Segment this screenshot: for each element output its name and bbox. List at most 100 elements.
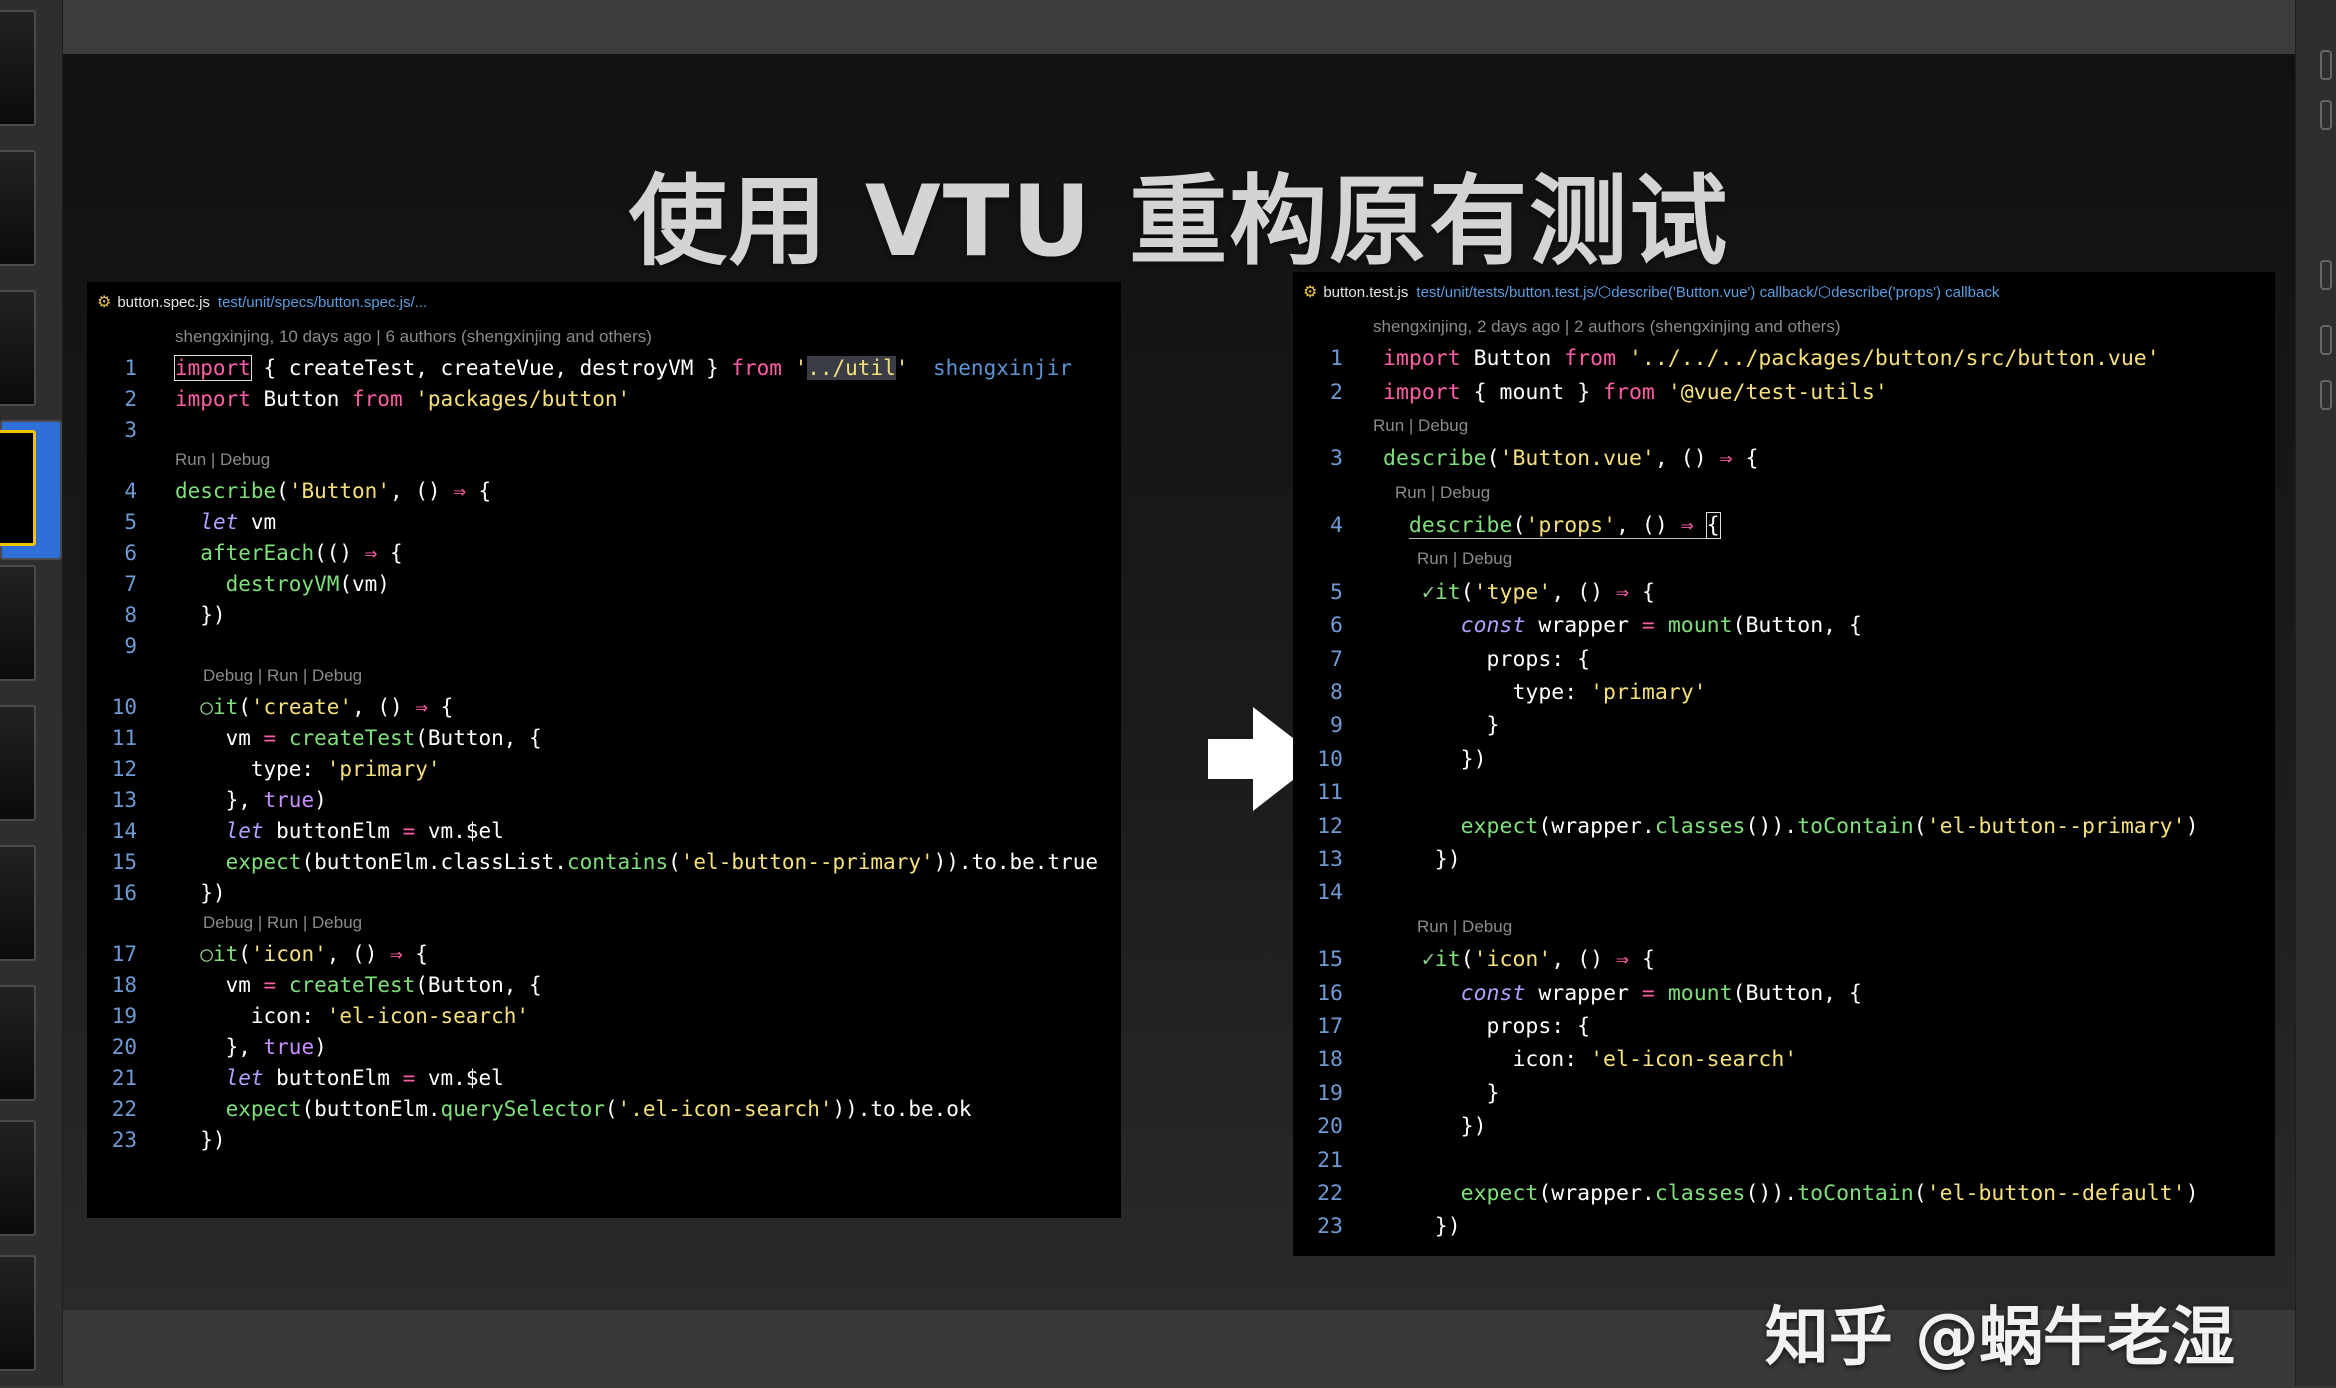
code-token: 'props' (1525, 513, 1617, 540)
line-number: 11 (1317, 780, 1343, 806)
slide-thumbnail[interactable] (0, 150, 36, 266)
code-line[interactable]: 15 ✓it('icon', () ⇒ { (1293, 943, 2275, 976)
code-token: 'packages/button' (402, 386, 631, 411)
code-line[interactable]: 16 const wrapper = mount(Button, { (1293, 976, 2275, 1009)
code-line[interactable]: 19 icon: 'el-icon-search' (87, 1000, 1121, 1031)
code-line[interactable]: 7 destroyVM(vm) (87, 568, 1121, 599)
rail-control[interactable] (2320, 380, 2332, 410)
code-line[interactable]: 19 } (1293, 1077, 2275, 1110)
codelens-run-debug[interactable]: Run | Debug (87, 445, 1121, 475)
code-line[interactable]: 11 (1293, 776, 2275, 809)
codelens-run-debug[interactable]: Run | Debug (1293, 910, 2275, 943)
code-line[interactable]: 2 import { mount } from '@vue/test-utils' (1293, 375, 2275, 408)
slide-canvas[interactable]: 使用 VTU 重构原有测试 ⚙ button.spec.js test/unit… (63, 54, 2295, 1375)
code-line[interactable]: 5 ✓it('type', () ⇒ { (1293, 576, 2275, 609)
code-line[interactable]: 16 }) (87, 877, 1121, 908)
code-token: wrapper (1525, 980, 1642, 1006)
code-line[interactable]: 20 }, true) (87, 1031, 1121, 1062)
rail-control[interactable] (2320, 325, 2332, 355)
codelens-run-debug[interactable]: Run | Debug (1293, 476, 2275, 509)
code-token: )).to.be.true (933, 849, 1099, 874)
code-line[interactable]: 5 let vm (87, 506, 1121, 537)
code-line[interactable]: 1 import { createTest, createVue, destroy… (87, 352, 1121, 383)
slide-thumbnail[interactable] (0, 845, 36, 961)
rail-control[interactable] (2320, 50, 2332, 80)
code-line[interactable]: 21 let buttonElm = vm.$el (87, 1062, 1121, 1093)
code-line[interactable]: 21 (1293, 1143, 2275, 1176)
code-line[interactable]: 17 ○it('icon', () ⇒ { (87, 938, 1121, 969)
code-token: from (731, 355, 782, 380)
code-line[interactable]: 6 const wrapper = mount(Button, { (1293, 609, 2275, 642)
slide-thumbnail-selected[interactable] (0, 430, 36, 546)
slide-thumbnail[interactable] (0, 290, 36, 406)
codelens-run-debug[interactable]: Run | Debug (1293, 409, 2275, 442)
code-token: from (1603, 379, 1655, 405)
code-line[interactable]: 10 ○it('create', () ⇒ { (87, 691, 1121, 722)
code-line[interactable]: 13 }) (1293, 843, 2275, 876)
code-line[interactable]: 22 expect(wrapper.classes()).toContain('… (1293, 1177, 2275, 1210)
code-line[interactable]: 3 describe('Button.vue', () ⇒ { (1293, 442, 2275, 475)
code-line[interactable]: 13 }, true) (87, 784, 1121, 815)
editor-breadcrumb-describe-button[interactable]: describe('Button.vue') callback/ (1611, 284, 1818, 301)
editor-breadcrumb-describe-props[interactable]: describe('props') callback (1831, 284, 1999, 301)
code-line[interactable]: 7 props: { (1293, 643, 2275, 676)
codelens-run-debug[interactable]: Debug | Run | Debug (87, 908, 1121, 938)
code-token: destroyVM (225, 571, 340, 596)
code-line[interactable]: 8 }) (87, 599, 1121, 630)
codelens-run-debug[interactable]: Run | Debug (1293, 542, 2275, 575)
code-text: props: { (1383, 1014, 1591, 1039)
editor-breadcrumb[interactable]: test/unit/tests/button.test.js/ (1416, 284, 1598, 301)
slide-thumbnail[interactable] (0, 1255, 36, 1371)
code-line[interactable]: 18 icon: 'el-icon-search' (1293, 1043, 2275, 1076)
code-line[interactable]: 20 }) (1293, 1110, 2275, 1143)
code-line[interactable]: 12 type: 'primary' (87, 753, 1121, 784)
rail-control[interactable] (2320, 260, 2332, 290)
code-line[interactable]: 10 }) (1293, 743, 2275, 776)
code-token: let (225, 818, 264, 843)
code-token: createTest (288, 355, 416, 380)
code-line[interactable]: 3 (87, 414, 1121, 445)
code-line[interactable]: 12 expect(wrapper.classes()).toContain('… (1293, 809, 2275, 842)
code-token: }) (175, 880, 226, 905)
canvas-top-margin (63, 0, 2295, 54)
slide-thumbnail[interactable] (0, 10, 36, 126)
editor-file-name[interactable]: button.spec.js (117, 294, 210, 311)
code-line[interactable]: 9 } (1293, 709, 2275, 742)
code-text: expect(wrapper.classes()).toContain('el-… (1383, 814, 2199, 839)
code-line[interactable]: 18 vm = createTest(Button, { (87, 969, 1121, 1000)
code-line[interactable]: 8 type: 'primary' (1293, 676, 2275, 709)
code-line[interactable]: 2 import Button from 'packages/button' (87, 383, 1121, 414)
code-line[interactable]: 9 (87, 630, 1121, 661)
code-line[interactable]: 14 (1293, 876, 2275, 909)
code-line[interactable]: 11 vm = createTest(Button, { (87, 722, 1121, 753)
code-line[interactable]: 17 props: { (1293, 1010, 2275, 1043)
code-token: true (263, 1034, 315, 1059)
slide-thumbnail[interactable] (0, 705, 36, 821)
code-line[interactable]: 1 import Button from '../../../packages/b… (1293, 342, 2275, 375)
code-line[interactable]: 23 }) (87, 1124, 1121, 1155)
editor-breadcrumb[interactable]: test/unit/specs/button.spec.js/... (218, 294, 427, 311)
rail-control[interactable] (2320, 100, 2332, 130)
line-number: 6 (124, 540, 137, 565)
code-area[interactable]: 1 import Button from '../../../packages/b… (1293, 342, 2275, 1244)
code-line[interactable]: 6 afterEach(() ⇒ { (87, 537, 1121, 568)
code-text: expect(buttonElm.classList.contains('el-… (175, 850, 1098, 874)
slide-title: 使用 VTU 重构原有测试 (628, 165, 1730, 279)
code-line[interactable]: 4 describe('Button', () ⇒ { (87, 475, 1121, 506)
code-line[interactable]: 22 expect(buttonElm.querySelector('.el-i… (87, 1093, 1121, 1124)
editor-file-name[interactable]: button.test.js (1323, 284, 1408, 301)
code-line[interactable]: 4 describe('props', () ⇒ { (1293, 509, 2275, 542)
slide-thumbnail[interactable] (0, 565, 36, 681)
code-editor-old-test: ⚙ button.spec.js test/unit/specs/button.… (87, 282, 1121, 1218)
line-number: 14 (1317, 880, 1343, 906)
codelens-run-debug[interactable]: Debug | Run | Debug (87, 661, 1121, 691)
slide-thumbnail[interactable] (0, 1120, 36, 1236)
slide-thumbnail[interactable] (0, 985, 36, 1101)
code-area[interactable]: 1 import { createTest, createVue, destroy… (87, 352, 1121, 1155)
code-line[interactable]: 23 }) (1293, 1210, 2275, 1243)
code-line[interactable]: 15 expect(buttonElm.classList.contains('… (87, 846, 1121, 877)
code-line[interactable]: 14 let buttonElm = vm.$el (87, 815, 1121, 846)
code-token: = (1641, 613, 1655, 639)
